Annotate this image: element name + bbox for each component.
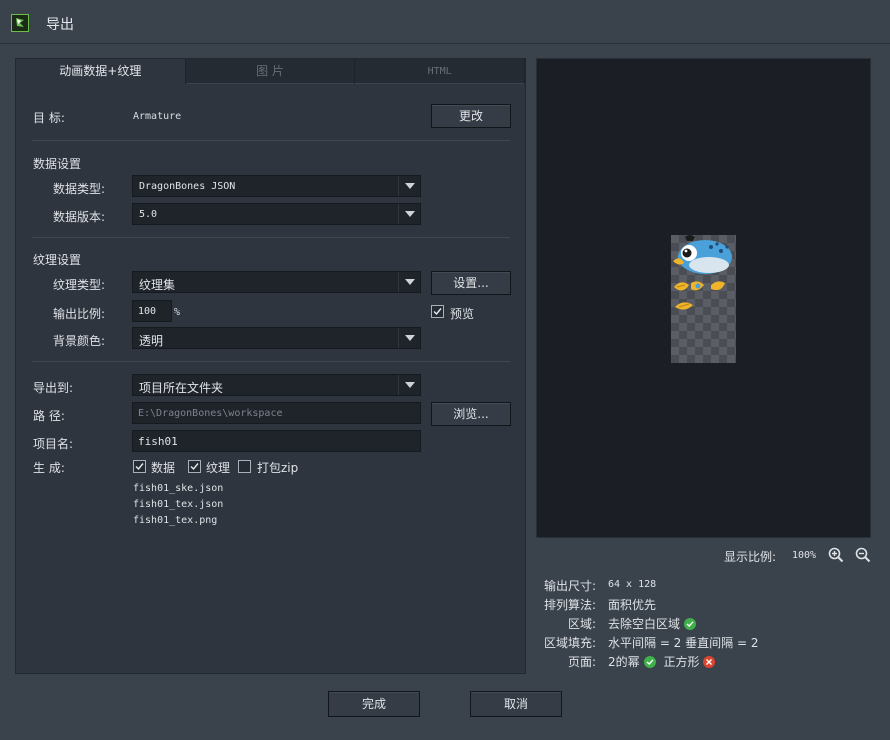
texture-type-select[interactable]: 纹理集 (132, 271, 421, 293)
generate-data-checkbox[interactable] (133, 460, 146, 473)
zoom-value: 100% (792, 550, 817, 561)
algorithm-label: 排列算法: (543, 598, 596, 612)
data-version-select[interactable]: 5.0 (132, 203, 421, 225)
texture-atlas-preview (671, 235, 736, 363)
preview-label: 预览 (450, 307, 475, 321)
zoom-out-icon[interactable] (855, 547, 871, 563)
bg-color-label: 背景颜色: (53, 334, 106, 348)
path-value: E:\DragonBones\workspace (138, 408, 283, 419)
texture-preview-panel (536, 58, 871, 538)
export-to-select[interactable]: 项目所在文件夹 (132, 374, 421, 396)
chevron-down-icon (398, 272, 420, 292)
dragonbones-logo-icon (11, 14, 29, 32)
data-type-select[interactable]: DragonBones JSON (132, 175, 421, 197)
chevron-down-icon (398, 375, 420, 395)
divider (32, 361, 510, 362)
chevron-down-icon (398, 328, 420, 348)
page-row: 2的幂 正方形 (608, 653, 716, 670)
project-name-value: fish01 (138, 435, 178, 448)
chevron-down-icon (398, 204, 420, 224)
padding-label: 区域填充: (543, 636, 596, 650)
output-file-item: fish01_tex.png (133, 515, 218, 526)
padding-value: 水平间隔 = 2 垂直间隔 = 2 (608, 636, 759, 650)
texture-settings-button[interactable]: 设置... (431, 271, 511, 295)
cross-circle-icon (703, 656, 716, 668)
generate-texture-label: 纹理 (206, 461, 231, 475)
path-label: 路 径: (33, 409, 65, 423)
region-label: 区域: (567, 617, 596, 631)
output-size-label: 输出尺寸: (543, 579, 596, 593)
target-label: 目 标: (33, 111, 65, 125)
check-circle-icon (684, 618, 697, 630)
output-scale-label: 输出比例: (53, 307, 106, 321)
output-file-item: fish01_tex.json (133, 499, 224, 510)
data-settings-heading: 数据设置 (33, 157, 82, 171)
output-size-value: 64 x 128 (608, 579, 657, 590)
cancel-button[interactable]: 取消 (470, 691, 562, 717)
bg-color-value: 透明 (139, 334, 164, 348)
target-value: Armature (133, 111, 182, 122)
export-tabs: 动画数据+纹理 图 片 HTML (16, 59, 526, 84)
output-scale-value: 100 (138, 306, 157, 317)
generate-zip-checkbox[interactable] (238, 460, 251, 473)
output-scale-input[interactable]: 100 (132, 300, 172, 322)
data-version-label: 数据版本: (53, 210, 106, 224)
done-button[interactable]: 完成 (328, 691, 420, 717)
generate-texture-checkbox[interactable] (188, 460, 201, 473)
texture-type-label: 纹理类型: (53, 278, 106, 292)
data-type-label: 数据类型: (53, 182, 106, 196)
chevron-down-icon (398, 176, 420, 196)
divider (32, 237, 510, 238)
generate-label: 生 成: (33, 461, 65, 475)
project-name-input[interactable]: fish01 (132, 430, 421, 452)
project-name-label: 项目名: (33, 437, 74, 451)
check-circle-icon (643, 656, 656, 668)
tab-image[interactable]: 图 片 (186, 59, 356, 84)
preview-checkbox[interactable] (431, 305, 444, 318)
texture-settings-heading: 纹理设置 (33, 253, 82, 267)
divider (32, 140, 510, 141)
zoom-label: 显示比例: (724, 550, 777, 564)
path-field[interactable]: E:\DragonBones\workspace (132, 402, 421, 424)
output-scale-unit: % (174, 307, 181, 318)
output-file-item: fish01_ske.json (133, 483, 224, 494)
tab-animation-texture[interactable]: 动画数据+纹理 (16, 59, 186, 84)
generate-data-label: 数据 (151, 461, 176, 475)
window-title: 导出 (46, 17, 74, 33)
texture-type-value: 纹理集 (139, 278, 176, 292)
export-to-label: 导出到: (33, 381, 74, 395)
page-square-value: 正方形 (663, 655, 700, 669)
browse-button[interactable]: 浏览... (431, 402, 511, 426)
zoom-in-icon[interactable] (828, 547, 844, 563)
data-version-value: 5.0 (139, 209, 158, 220)
data-type-value: DragonBones JSON (139, 181, 236, 192)
algorithm-value: 面积优先 (608, 598, 657, 612)
bg-color-select[interactable]: 透明 (132, 327, 421, 349)
page-label: 页面: (567, 655, 596, 669)
title-bar: 导出 (0, 0, 890, 44)
region-row: 去除空白区域 (608, 615, 697, 632)
tab-html[interactable]: HTML (355, 59, 526, 84)
region-value: 去除空白区域 (608, 617, 681, 631)
page-pow2-value: 2的幂 (608, 655, 640, 669)
export-to-value: 项目所在文件夹 (139, 381, 224, 395)
export-settings-panel: 动画数据+纹理 图 片 HTML 目 标: Armature 更改 数据设置 数… (15, 58, 526, 674)
generate-zip-label: 打包zip (257, 461, 299, 475)
change-target-button[interactable]: 更改 (431, 104, 511, 128)
